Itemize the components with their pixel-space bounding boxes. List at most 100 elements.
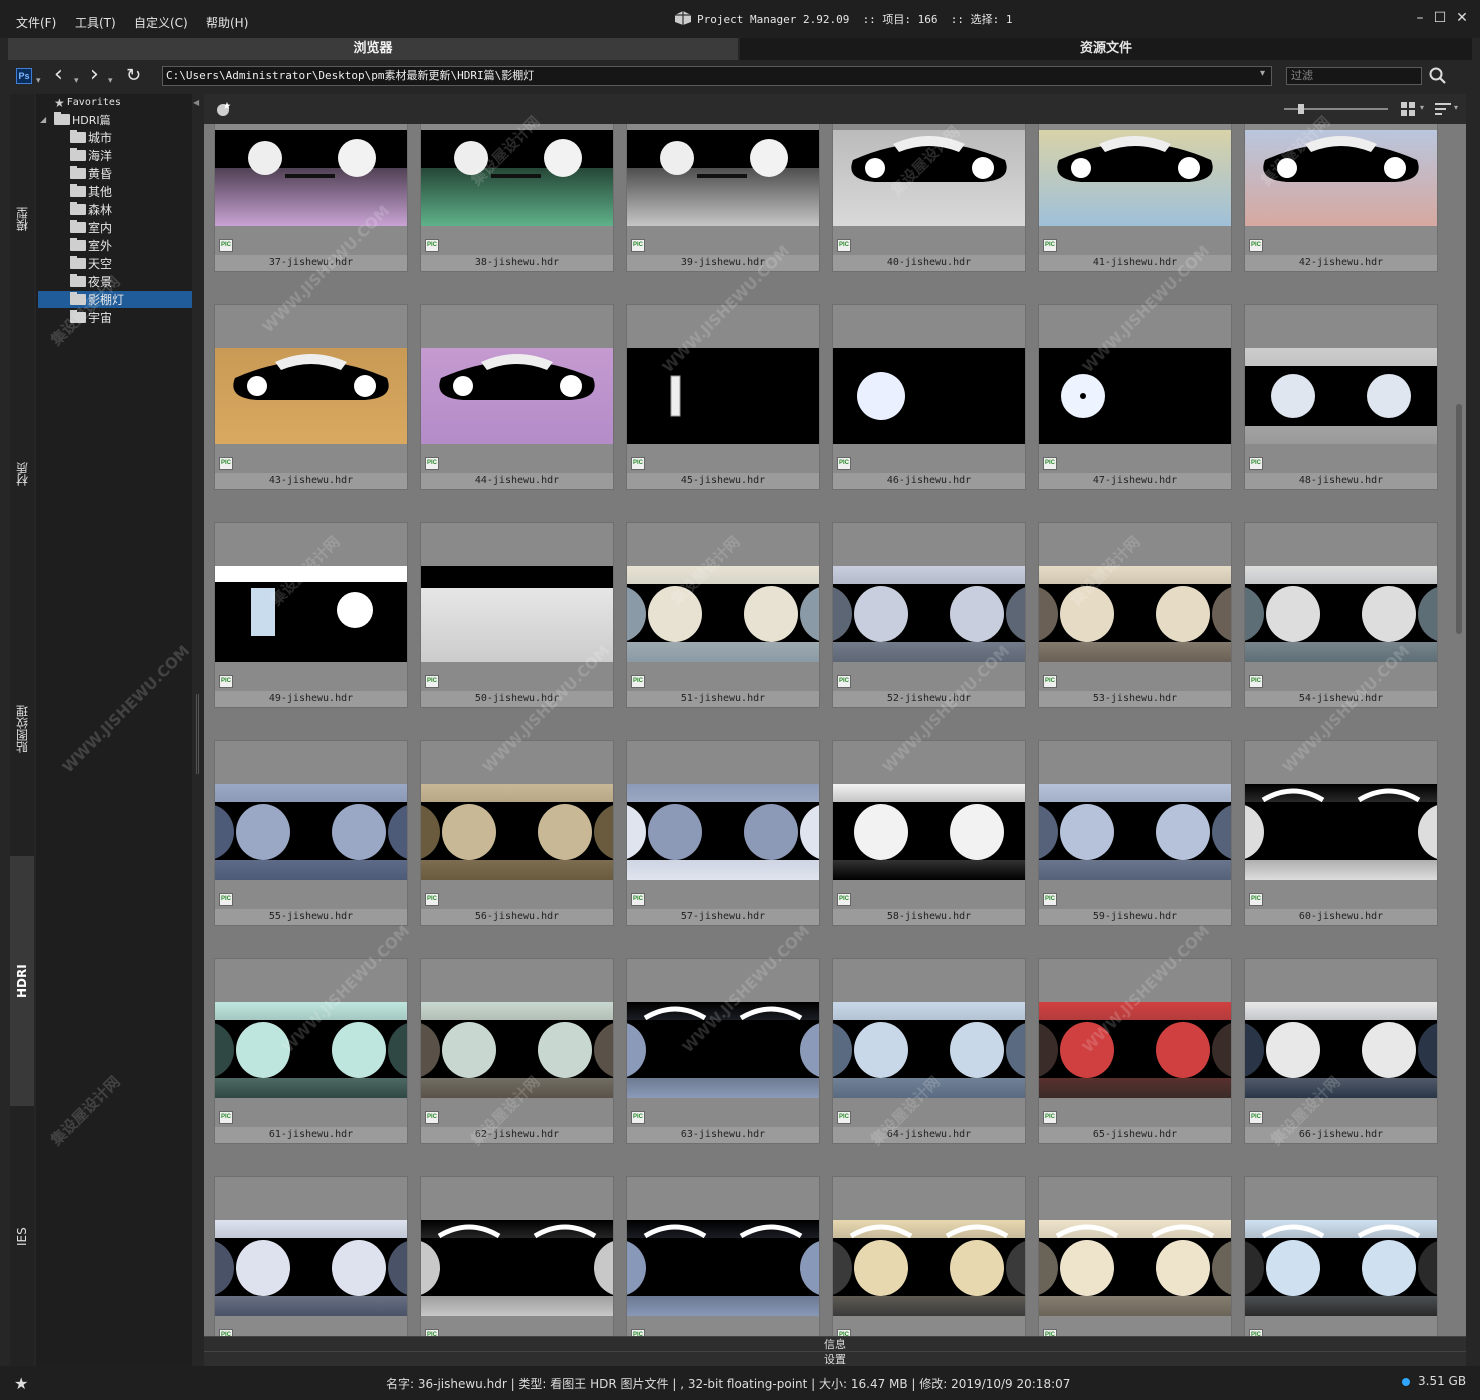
hdri-thumbnail (1245, 1220, 1437, 1316)
file-card[interactable]: PIC 60-jishewu.hdr (1244, 740, 1438, 926)
panel-splitter[interactable]: ◀ (192, 94, 204, 1366)
file-card[interactable]: PIC 43-jishewu.hdr (214, 304, 408, 490)
sort-icon[interactable] (1434, 101, 1452, 117)
app-dropdown-icon[interactable]: ▾ (36, 70, 41, 92)
tree-item-hdri-root[interactable]: HDRI篇 (54, 111, 111, 128)
collapse-panel-icon[interactable]: ◀ (193, 98, 199, 107)
file-card[interactable]: PIC (214, 1176, 408, 1336)
file-card[interactable]: PIC (420, 1176, 614, 1336)
file-card[interactable]: PIC 39-jishewu.hdr (626, 124, 820, 272)
file-card[interactable]: PIC 52-jishewu.hdr (832, 522, 1026, 708)
file-card[interactable]: PIC 62-jishewu.hdr (420, 958, 614, 1144)
back-icon[interactable]: ‹ (54, 64, 63, 86)
tree-item-folder[interactable]: 城市 (70, 129, 112, 146)
file-card[interactable]: PIC 53-jishewu.hdr (1038, 522, 1232, 708)
tab-browser[interactable]: 浏览器 (8, 38, 738, 60)
file-card[interactable]: PIC 65-jishewu.hdr (1038, 958, 1232, 1144)
path-dropdown-icon[interactable]: ▾ (1260, 68, 1265, 79)
tree-item-folder[interactable]: 室内 (70, 219, 112, 236)
collapse-icon[interactable]: ◢ (40, 115, 46, 124)
file-name: 57-jishewu.hdr (627, 909, 819, 925)
close-icon[interactable]: ✕ (1454, 10, 1470, 26)
thumbnail-grid: PIC 37-jishewu.hdr PIC 38-jishewu.hdr PIC 39-… (204, 124, 1466, 1336)
file-card[interactable]: PIC 51-jishewu.hdr (626, 522, 820, 708)
file-card[interactable]: PIC 42-jishewu.hdr (1244, 124, 1438, 272)
tree-item-folder[interactable]: 天空 (70, 255, 112, 272)
vtab-hdri[interactable]: HDRI (10, 856, 34, 1106)
tree-item-favorites[interactable]: ★ Favorites (54, 94, 121, 111)
file-card[interactable]: PIC 50-jishewu.hdr (420, 522, 614, 708)
refresh-icon[interactable]: ↻ (126, 65, 141, 87)
minimize-icon[interactable]: – (1412, 10, 1428, 26)
back-dropdown-icon[interactable]: ▾ (74, 70, 79, 92)
tree-item-folder[interactable]: 森林 (70, 201, 112, 218)
file-card[interactable]: PIC (1038, 1176, 1232, 1336)
file-card[interactable]: PIC 56-jishewu.hdr (420, 740, 614, 926)
star-icon[interactable]: ★ (14, 1374, 28, 1393)
file-card[interactable]: PIC 46-jishewu.hdr (832, 304, 1026, 490)
file-card[interactable]: PIC 66-jishewu.hdr (1244, 958, 1438, 1144)
file-card[interactable]: PIC 57-jishewu.hdr (626, 740, 820, 926)
add-favorite-icon[interactable] (214, 100, 232, 118)
search-icon[interactable] (1428, 66, 1448, 86)
tree-item-folder[interactable]: 其他 (70, 183, 112, 200)
file-card[interactable]: PIC 44-jishewu.hdr (420, 304, 614, 490)
splitter-grip[interactable] (196, 694, 199, 774)
vtab-textures[interactable]: 贴图纹理 (10, 604, 34, 854)
forward-icon[interactable]: › (90, 64, 99, 86)
file-card[interactable]: PIC 41-jishewu.hdr (1038, 124, 1232, 272)
file-card[interactable]: PIC 48-jishewu.hdr (1244, 304, 1438, 490)
photoshop-app-icon[interactable]: Ps (16, 68, 32, 84)
tree-item-folder[interactable]: 影棚灯 (38, 291, 192, 308)
tree-item-folder[interactable]: 海洋 (70, 147, 112, 164)
filter-input[interactable]: 过滤 (1286, 67, 1422, 85)
file-card[interactable]: PIC 58-jishewu.hdr (832, 740, 1026, 926)
hdri-thumbnail (833, 566, 1025, 662)
tree-item-label: HDRI篇 (72, 113, 111, 127)
file-card[interactable]: PIC 47-jishewu.hdr (1038, 304, 1232, 490)
zoom-slider-handle[interactable] (1298, 104, 1304, 114)
sort-dropdown-icon[interactable]: ▾ (1454, 103, 1458, 112)
file-card[interactable]: PIC 40-jishewu.hdr (832, 124, 1026, 272)
file-card[interactable]: PIC 37-jishewu.hdr (214, 124, 408, 272)
settings-panel-header[interactable]: 设置 (204, 1351, 1466, 1366)
tab-assets[interactable]: 资源文件 (740, 38, 1472, 60)
menu-file[interactable]: 文件(F) (16, 14, 56, 31)
info-panel-header[interactable]: 信息 (204, 1336, 1466, 1351)
file-card[interactable]: PIC 54-jishewu.hdr (1244, 522, 1438, 708)
tree-item-folder[interactable]: 黄昏 (70, 165, 112, 182)
zoom-slider[interactable] (1284, 104, 1388, 114)
vtab-materials[interactable]: 材质 (10, 344, 34, 604)
file-card[interactable]: PIC 38-jishewu.hdr (420, 124, 614, 272)
maximize-icon[interactable]: ☐ (1432, 10, 1448, 26)
file-card[interactable]: PIC 55-jishewu.hdr (214, 740, 408, 926)
file-card[interactable]: PIC 59-jishewu.hdr (1038, 740, 1232, 926)
file-card[interactable]: PIC 45-jishewu.hdr (626, 304, 820, 490)
tree-item-folder[interactable]: 宇宙 (70, 309, 112, 326)
tree-item-folder[interactable]: 室外 (70, 237, 112, 254)
file-name: 39-jishewu.hdr (627, 255, 819, 271)
file-card[interactable]: PIC 49-jishewu.hdr (214, 522, 408, 708)
file-card[interactable]: PIC 61-jishewu.hdr (214, 958, 408, 1144)
menu-tools[interactable]: 工具(T) (75, 14, 116, 31)
pic-file-icon: PIC (631, 1329, 645, 1336)
file-card[interactable]: PIC (626, 1176, 820, 1336)
vertical-scrollbar[interactable] (1456, 404, 1462, 634)
menu-customize[interactable]: 自定义(C) (134, 14, 188, 31)
file-card[interactable]: PIC (1244, 1176, 1438, 1336)
hdri-thumbnail (833, 348, 1025, 444)
vtab-models[interactable]: 模型 (10, 94, 34, 344)
vtab-ies[interactable]: IES (10, 1108, 34, 1366)
forward-dropdown-icon[interactable]: ▾ (108, 70, 113, 92)
view-dropdown-icon[interactable]: ▾ (1420, 103, 1424, 112)
file-card[interactable]: PIC 63-jishewu.hdr (626, 958, 820, 1144)
file-card[interactable]: PIC 64-jishewu.hdr (832, 958, 1026, 1144)
path-input[interactable]: C:\Users\Administrator\Desktop\pm素材最新更新\… (162, 66, 1272, 86)
grid-view-icon[interactable] (1400, 101, 1416, 117)
pic-file-icon: PIC (219, 893, 233, 906)
tree-item-folder[interactable]: 夜景 (70, 273, 112, 290)
menu-help[interactable]: 帮助(H) (206, 14, 248, 31)
file-card[interactable]: PIC (832, 1176, 1026, 1336)
pic-file-icon: PIC (219, 457, 233, 470)
folder-icon (70, 256, 86, 269)
